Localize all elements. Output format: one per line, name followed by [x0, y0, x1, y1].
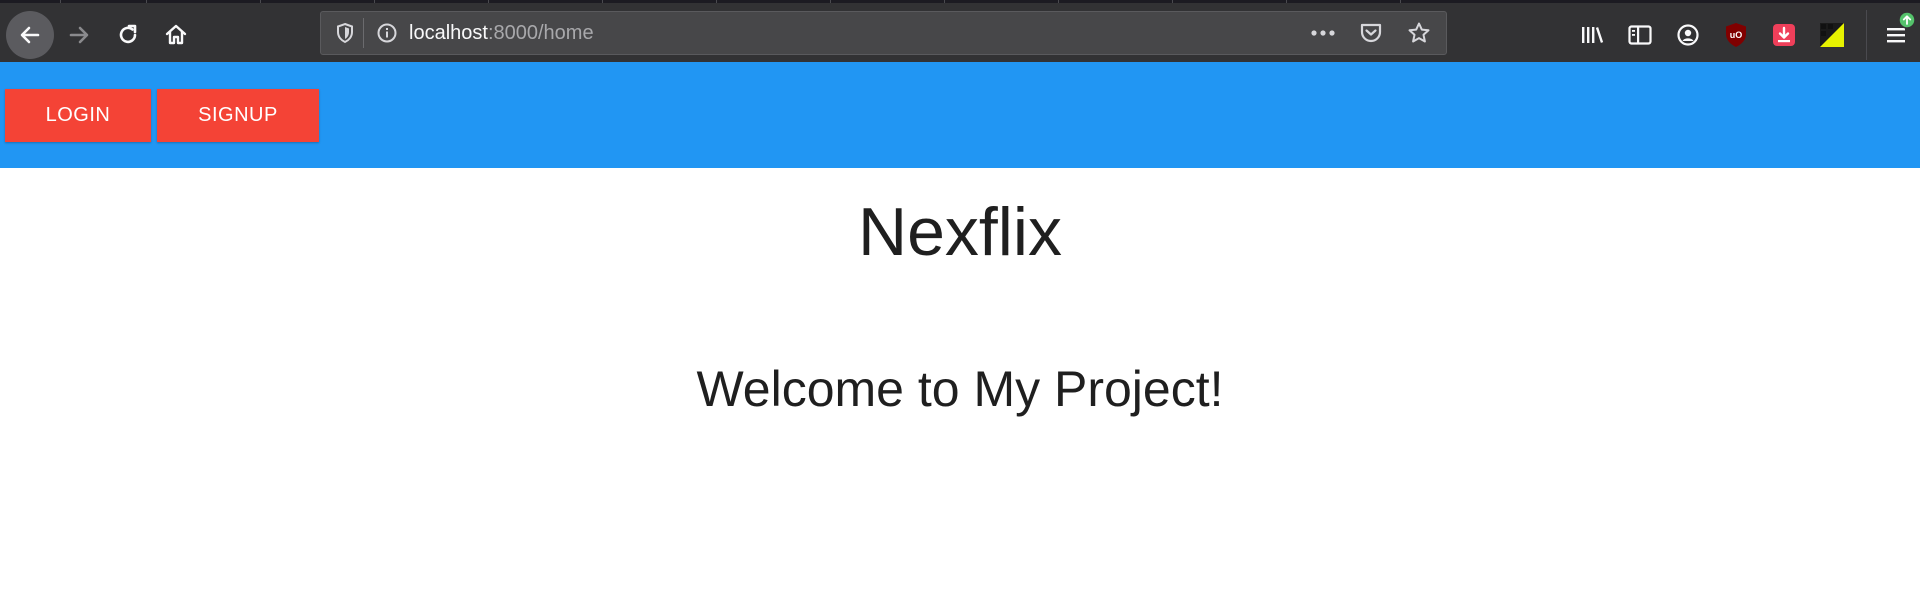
sidebar-icon	[1628, 25, 1652, 45]
site-navbar: LOGIN SIGNUP	[0, 62, 1920, 168]
ublock-origin-icon: uO	[1726, 23, 1746, 47]
downloader-extension-button[interactable]	[1760, 11, 1808, 59]
more-dots-icon	[1311, 30, 1335, 36]
page-viewport: LOGIN SIGNUP Nexflix Welcome to My Proje…	[0, 62, 1920, 599]
page-actions-button[interactable]	[1302, 17, 1344, 49]
back-arrow-icon	[20, 26, 40, 44]
pocket-icon	[1360, 23, 1382, 43]
main-menu-button[interactable]	[1872, 11, 1920, 59]
signup-button[interactable]: SIGNUP	[157, 89, 319, 142]
forward-button[interactable]	[55, 11, 103, 59]
forward-arrow-icon	[69, 26, 89, 44]
reload-icon	[119, 24, 137, 44]
login-button[interactable]: LOGIN	[5, 89, 151, 142]
reload-button[interactable]	[104, 11, 152, 59]
back-button[interactable]	[6, 11, 54, 59]
extension-icon	[1820, 23, 1844, 47]
pocket-button[interactable]	[1350, 17, 1392, 49]
url-text[interactable]: localhost:8000/home	[409, 12, 594, 54]
library-button[interactable]	[1568, 11, 1616, 59]
shield-icon	[337, 22, 353, 44]
welcome-heading: Welcome to My Project!	[696, 361, 1224, 417]
download-extension-icon	[1773, 24, 1795, 46]
url-host: localhost	[409, 22, 488, 44]
home-icon	[165, 24, 187, 45]
update-badge-icon	[1898, 11, 1916, 29]
account-icon	[1677, 24, 1699, 46]
site-info-button[interactable]	[371, 17, 403, 49]
info-icon	[377, 23, 397, 43]
toolbar-right-icons: uO	[1568, 10, 1920, 60]
toolbar-separator	[1866, 10, 1867, 60]
home-button[interactable]	[152, 11, 200, 59]
star-icon	[1408, 22, 1430, 43]
svg-text:uO: uO	[1730, 30, 1743, 40]
browser-toolbar: localhost:8000/home uO	[0, 3, 1920, 62]
tracking-protection-button[interactable]	[329, 17, 361, 49]
address-bar[interactable]: localhost:8000/home	[320, 11, 1447, 55]
bookmark-star-button[interactable]	[1398, 17, 1440, 49]
site-title: Nexflix	[857, 194, 1063, 270]
library-icon	[1582, 27, 1604, 43]
urlbar-divider	[363, 18, 364, 48]
page-actions	[1302, 17, 1440, 49]
ublock-origin-button[interactable]: uO	[1712, 11, 1760, 59]
url-path: :8000/home	[487, 22, 594, 44]
account-button[interactable]	[1664, 11, 1712, 59]
sidebar-button[interactable]	[1616, 11, 1664, 59]
extension-button[interactable]	[1808, 11, 1856, 59]
